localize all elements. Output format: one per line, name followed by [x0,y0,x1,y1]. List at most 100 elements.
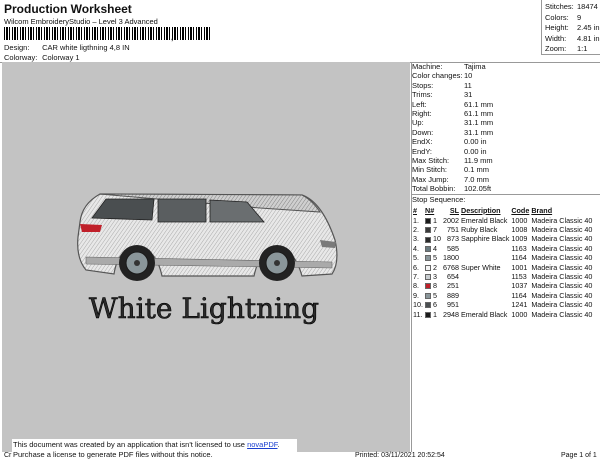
stitch-length: 873 [447,234,459,244]
table-row: 9. 5 889 1164 Madeira Classic 40 [412,291,593,300]
needle-value: 5 [433,290,437,300]
machine-value: 0.00 in [464,137,487,147]
stitch-length: 654 [447,272,459,281]
machine-row: Trims: 31 [412,90,600,99]
needle-number: 7 [424,225,442,234]
colorway-label: Colorway: [4,53,38,62]
stop-sequence-title: Stop Sequence: [412,195,466,205]
colorway-row: Colorway: Colorway 1 [4,53,80,62]
machine-info: Machine: Tajima Color changes: 10 Stops: 11 Tr… [412,62,600,193]
thread-brand: Madeira Classic 40 [531,215,593,225]
color-swatch [425,292,431,299]
thread-code: 1000 [511,309,528,319]
machine-label: EndX: [412,137,433,147]
stop-index: 7. [413,272,419,281]
stitch-length: 1800 [443,253,459,263]
machine-row: Max Stitch: 11.9 mm [412,156,600,165]
needle-number: 10 [424,234,442,243]
design-label: Design: [4,43,30,52]
stitch-length: 585 [447,243,459,253]
thread-description [460,244,510,253]
notice-text: This document was created by an applicat… [13,440,248,449]
column-header: Code [511,205,530,215]
machine-label: Total Bobbin: [412,184,456,194]
page-title: Production Worksheet [4,2,132,16]
stat-row: Zoom: 1:1 [545,44,600,55]
machine-row: Max Jump: 7.0 mm [412,175,600,184]
needle-number: 5 [424,253,442,262]
stitch-length: 751 [447,225,459,235]
machine-label: Max Stitch: [412,155,450,165]
machine-value: 31.1 mm [464,118,494,128]
stop-index: 2. [413,225,419,235]
color-swatch [425,236,431,243]
notice-line1: This document was created by an applicat… [13,440,297,450]
needle-value: 7 [433,225,437,235]
thread-description [460,291,510,300]
color-swatch [425,311,431,318]
page-number: Page 1 of 1 [561,452,597,459]
machine-value: 61.1 mm [464,108,494,118]
notice-line2: Purchase a license to generate PDF files… [13,449,213,459]
color-swatch [425,302,431,309]
software-subtitle: Wilcom EmbroideryStudio – Level 3 Advanc… [4,17,158,26]
thread-brand: Madeira Classic 40 [531,234,593,244]
table-row: 8. 8 251 1037 Madeira Classic 40 [412,281,593,290]
column-header: Description [461,205,501,215]
thread-brand: Madeira Classic 40 [531,309,593,319]
thread-description: Ruby Black [461,225,498,235]
table-row: 7. 3 654 1153 Madeira Classic 40 [412,272,593,281]
machine-row: Right: 61.1 mm [412,109,600,118]
needle-value: 5 [433,253,437,263]
stitch-length: 251 [447,281,459,291]
thread-brand: Madeira Classic 40 [531,225,593,235]
color-swatch [425,217,431,224]
thread-brand: Madeira Classic 40 [531,243,593,253]
needle-value: 4 [433,243,437,253]
thread-code: 1008 [511,225,528,235]
thread-code: 1153 [511,272,527,281]
machine-value: 31.1 mm [464,127,494,137]
stat-row: Width: 4.81 in [545,34,600,45]
color-swatch [425,283,431,290]
needle-number: 6 [424,300,442,309]
table-row: 11. 1 2948 Emerald Black 1000 Madeira Classi… [412,309,593,319]
needle-number: 1 [424,215,442,225]
machine-panel: Machine: Tajima Color changes: 10 Stops: 11 Tr… [412,62,600,454]
thread-code: 1001 [511,262,528,272]
stat-value: 9 [577,12,582,22]
novapdf-link[interactable]: novaPDF [247,440,277,449]
table-row: 3. 10 873 Sapphire Black 1009 Madeira Classi… [412,234,593,243]
barcode-tail: , [171,33,174,42]
stop-index: 9. [413,290,419,300]
stitch-length: 951 [447,300,459,310]
color-swatch [425,245,431,252]
column-header: # [413,205,417,215]
stop-index: 3. [413,234,419,244]
thread-description: Super White [461,262,501,272]
table-row: 4. 4 585 1163 Madeira Classic 40 [412,244,593,253]
machine-row: Color changes: 10 [412,71,600,80]
needle-value: 1 [433,215,437,225]
stat-value: 2.45 in [577,23,600,32]
machine-value: 61.1 mm [464,99,494,109]
footer-left: Cr [4,452,12,459]
thread-brand: Madeira Classic 40 [531,272,593,281]
machine-label: EndY: [412,146,433,156]
machine-row: Up: 31.1 mm [412,118,600,127]
machine-label: Stops: [412,80,434,90]
thread-code: 1241 [511,300,528,310]
machine-label: Left: [412,99,427,109]
machine-label: Min Stitch: [412,165,448,175]
machine-label: Right: [412,108,432,118]
stitch-length: 2002 [443,215,459,225]
thread-description: Sapphire Black [461,234,510,244]
stop-sequence-table: # N# SL Description Code Brand 1. 1 2002 Emeral… [412,205,593,319]
stat-value: 1:1 [577,44,588,53]
thread-brand: Madeira Classic 40 [531,262,593,272]
stat-label: Colors: [545,12,569,22]
needle-value: 10 [433,234,441,244]
machine-value: 31 [464,90,473,100]
design-preview: White Lightning [2,62,410,452]
thread-description: Emerald Black [461,309,508,319]
